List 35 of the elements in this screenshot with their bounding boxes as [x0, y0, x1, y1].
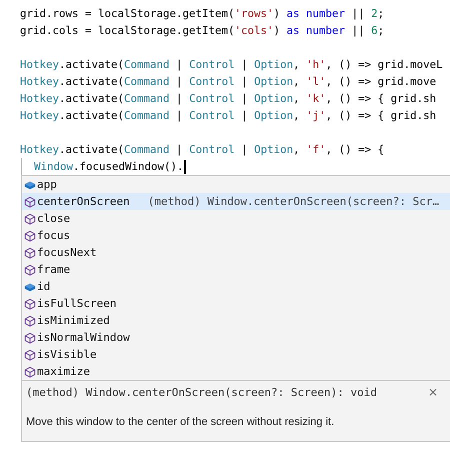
cube-icon — [24, 230, 36, 242]
cube-icon — [24, 196, 36, 208]
suggestion-item[interactable]: focus — [22, 227, 450, 244]
code-line: Hotkey.activate(Command | Control | Option, 'k', () => { grid.sh — [20, 91, 436, 107]
suggestion-item[interactable]: isMinimized — [22, 312, 450, 329]
suggestion-item[interactable]: isVisible — [22, 346, 450, 363]
cube-icon — [24, 246, 36, 258]
suggestion-item[interactable]: app — [22, 176, 450, 193]
code-line: Hotkey.activate(Command | Control | Option, 'j', () => { grid.sh — [20, 108, 436, 124]
code-line: Hotkey.activate(Command | Control | Option, 'l', () => grid.move — [20, 74, 436, 90]
method-description: Move this window to the center of the screen without resizing it. — [26, 416, 336, 428]
cube-icon — [24, 212, 36, 224]
code-line: grid.rows = localStorage.getItem('rows') as number || 2; — [20, 6, 384, 22]
suggestion-item[interactable]: isNormalWindow — [22, 329, 450, 346]
suggestion-item[interactable]: centerOnScreen (method) Window.centerOnScreen(screen?: Scr… — [22, 193, 450, 210]
code-line: Hotkey.activate(Command | Control | Option, 'f', () => { — [20, 142, 384, 158]
suggestion-item[interactable]: close — [22, 210, 450, 227]
suggestion-item[interactable]: focusNext — [22, 244, 450, 261]
cube-icon — [24, 314, 36, 326]
code-line: Hotkey.activate(Command | Control | Option, 'h', () => grid.moveL — [20, 57, 443, 73]
close-button[interactable]: × — [426, 385, 440, 399]
cube-icon — [24, 264, 36, 276]
suggestion-item[interactable]: maximize — [22, 363, 450, 380]
code-line: grid.cols = localStorage.getItem('cols') as number || 6; — [20, 23, 384, 39]
suggestion-item[interactable]: id — [22, 278, 450, 295]
method-signature: (method) Window.centerOnScreen(screen?: Screen): void — [26, 386, 377, 398]
field-icon — [24, 280, 36, 292]
cube-icon — [24, 366, 36, 378]
suggestion-item[interactable]: frame — [22, 261, 450, 278]
code-line: Window.focusedWindow(). — [34, 159, 184, 175]
cube-icon — [24, 332, 36, 344]
cube-icon — [24, 348, 36, 360]
field-icon — [24, 178, 36, 190]
cube-icon — [24, 298, 36, 310]
suggestion-item[interactable]: isFullScreen — [22, 295, 450, 312]
